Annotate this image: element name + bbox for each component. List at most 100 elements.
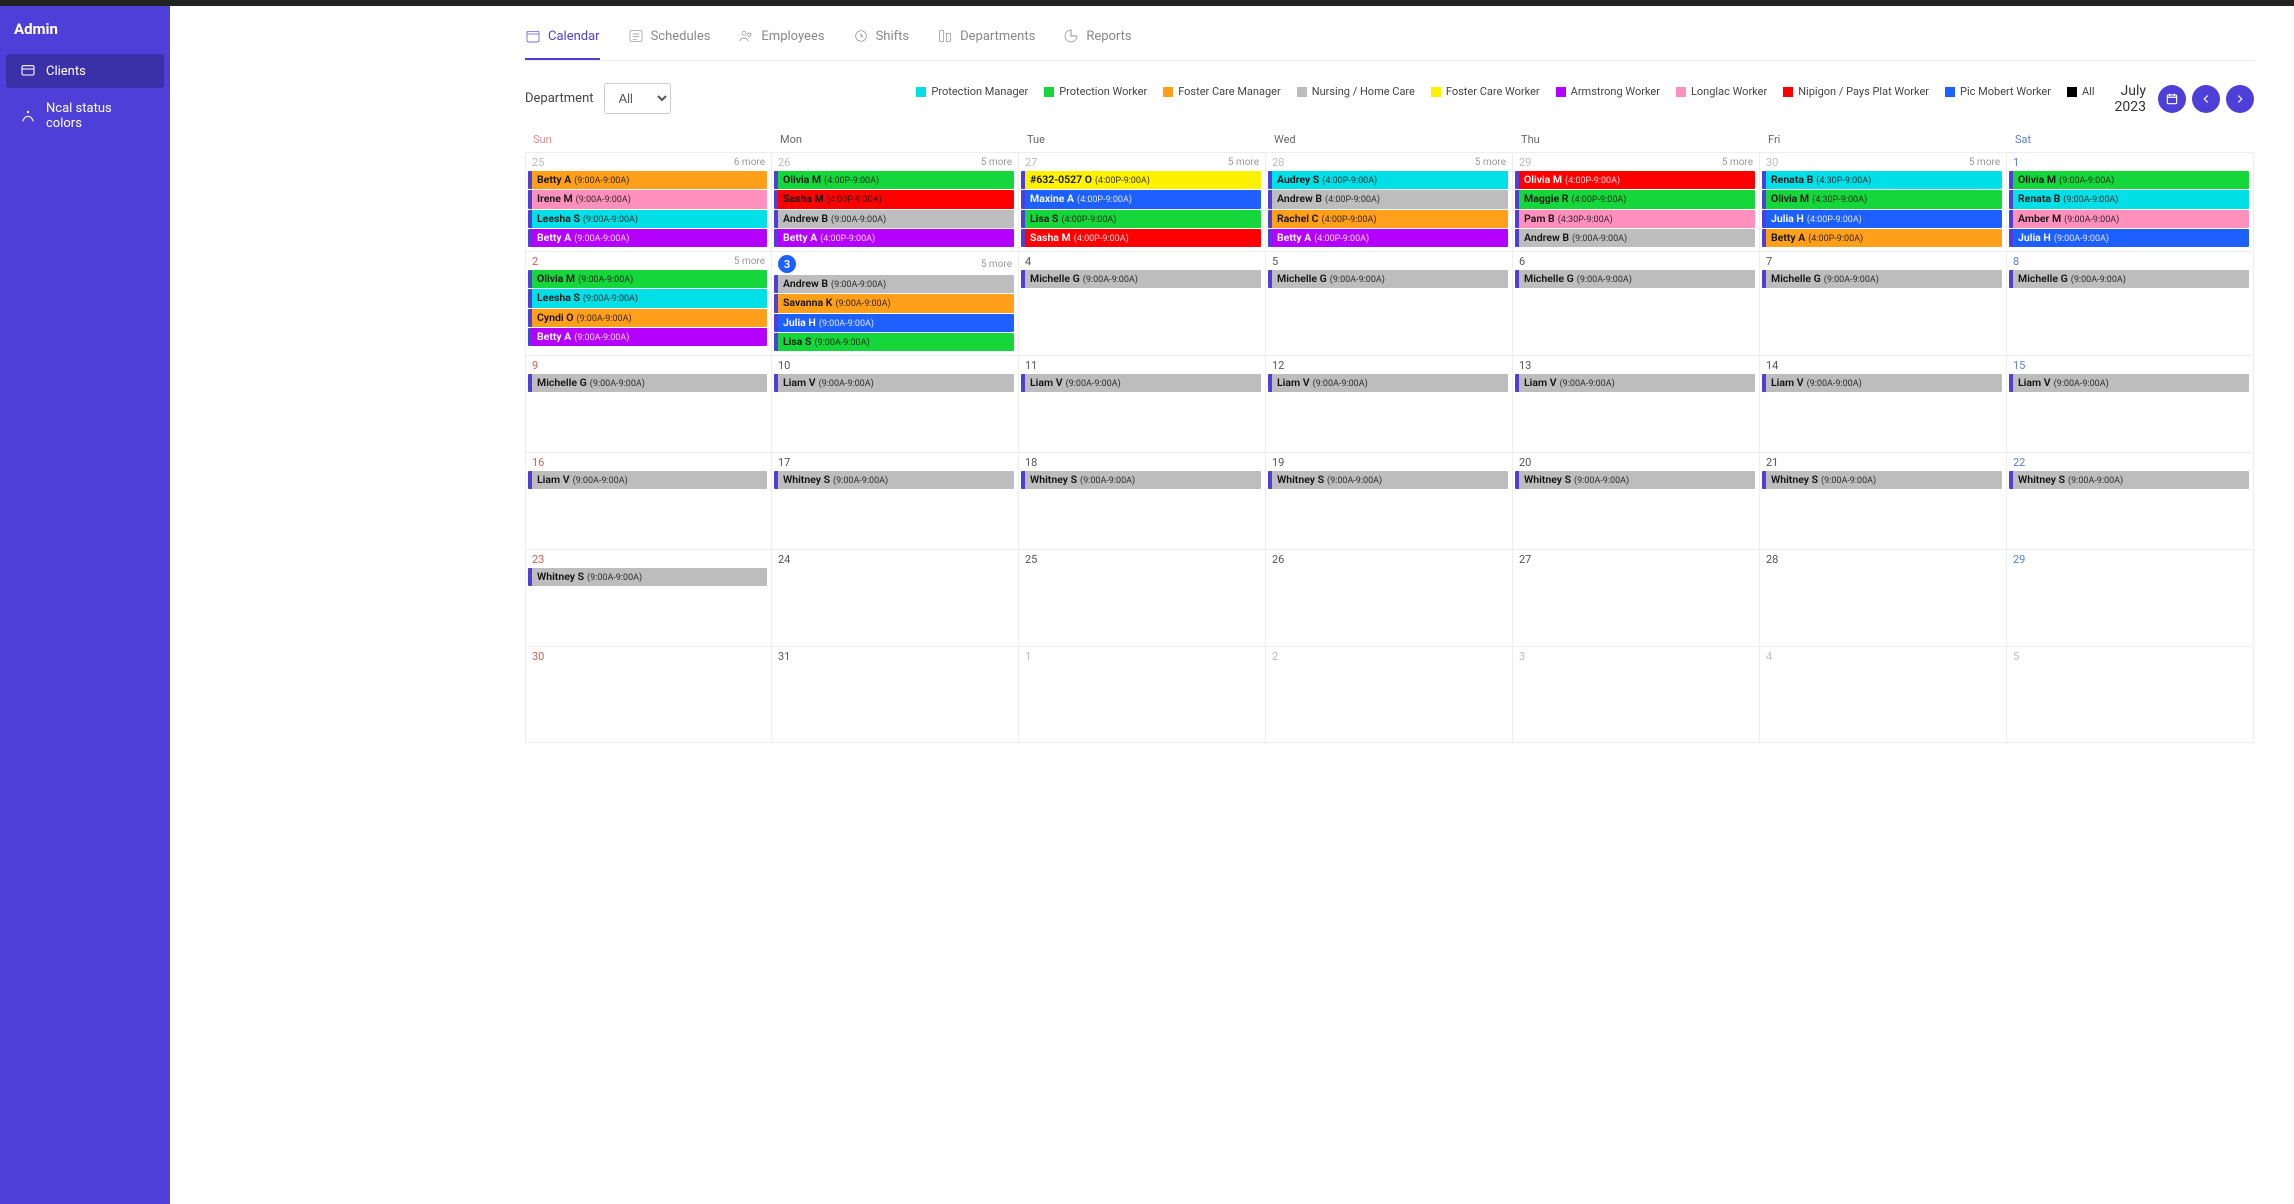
shift-event[interactable]: Michelle G (9:00A-9:00A) [1021,270,1261,288]
shift-event[interactable]: Whitney S (9:00A-9:00A) [1762,471,2002,489]
next-month-button[interactable] [2226,85,2254,113]
shift-event[interactable]: Irene M (9:00A-9:00A) [528,190,767,208]
shift-event[interactable]: Andrew B (4:00P-9:00A) [1268,190,1508,208]
calendar-day[interactable]: 5Michelle G (9:00A-9:00A) [1266,252,1513,355]
calendar-day[interactable]: 16Liam V (9:00A-9:00A) [525,453,772,549]
shift-event[interactable]: Olivia M (4:00P-9:00A) [774,171,1014,189]
shift-event[interactable]: Whitney S (9:00A-9:00A) [774,471,1014,489]
shift-event[interactable]: Olivia M (4:00P-9:00A) [1515,171,1755,189]
shift-event[interactable]: Liam V (9:00A-9:00A) [1762,374,2002,392]
more-link[interactable]: 5 more [734,256,765,267]
shift-event[interactable]: Michelle G (9:00A-9:00A) [528,374,767,392]
calendar-day[interactable]: 24 [772,550,1019,646]
calendar-day[interactable]: 7Michelle G (9:00A-9:00A) [1760,252,2007,355]
calendar-day[interactable]: 20Whitney S (9:00A-9:00A) [1513,453,1760,549]
sidebar-item-clients[interactable]: Clients [6,54,164,88]
shift-event[interactable]: Savanna K (9:00A-9:00A) [774,294,1014,312]
calendar-day[interactable]: 14Liam V (9:00A-9:00A) [1760,356,2007,452]
shift-event[interactable]: Andrew B (9:00A-9:00A) [1515,229,1755,247]
shift-event[interactable]: Leesha S (9:00A-9:00A) [528,210,767,228]
calendar-day[interactable]: 35 moreAndrew B (9:00A-9:00A)Savanna K (… [772,252,1019,355]
calendar-day[interactable]: 6Michelle G (9:00A-9:00A) [1513,252,1760,355]
calendar-day[interactable]: 265 moreOlivia M (4:00P-9:00A)Sasha M (4… [772,153,1019,251]
shift-event[interactable]: Lisa S (4:00P-9:00A) [1021,210,1261,228]
more-link[interactable]: 5 more [1228,157,1259,168]
calendar-day[interactable]: 1Olivia M (9:00A-9:00A)Renata B (9:00A-9… [2007,153,2254,251]
calendar-day[interactable]: 4Michelle G (9:00A-9:00A) [1019,252,1266,355]
shift-event[interactable]: Liam V (9:00A-9:00A) [2009,374,2249,392]
shift-event[interactable]: Audrey S (4:00P-9:00A) [1268,171,1508,189]
calendar-day[interactable]: 26 [1266,550,1513,646]
shift-event[interactable]: Leesha S (9:00A-9:00A) [528,289,767,307]
shift-event[interactable]: Cyndi O (9:00A-9:00A) [528,309,767,327]
calendar-day[interactable]: 305 moreRenata B (4:30P-9:00A)Olivia M (… [1760,153,2007,251]
shift-event[interactable]: Rachel C (4:00P-9:00A) [1268,210,1508,228]
calendar-day[interactable]: 9Michelle G (9:00A-9:00A) [525,356,772,452]
shift-event[interactable]: Whitney S (9:00A-9:00A) [1268,471,1508,489]
more-link[interactable]: 5 more [981,157,1012,168]
shift-event[interactable]: Maxine A (4:00P-9:00A) [1021,190,1261,208]
shift-event[interactable]: Sasha M (4:00P-9:00A) [774,190,1014,208]
shift-event[interactable]: Betty A (9:00A-9:00A) [528,328,767,346]
shift-event[interactable]: Betty A (9:00A-9:00A) [528,171,767,189]
shift-event[interactable]: Liam V (9:00A-9:00A) [1515,374,1755,392]
more-link[interactable]: 6 more [734,157,765,168]
shift-event[interactable]: Pam B (4:30P-9:00A) [1515,210,1755,228]
calendar-day[interactable]: 30 [525,647,772,743]
calendar-day[interactable]: 1 [1019,647,1266,743]
calendar-day[interactable]: 11Liam V (9:00A-9:00A) [1019,356,1266,452]
calendar-day[interactable]: 18Whitney S (9:00A-9:00A) [1019,453,1266,549]
more-link[interactable]: 5 more [1722,157,1753,168]
calendar-day[interactable]: 285 moreAudrey S (4:00P-9:00A)Andrew B (… [1266,153,1513,251]
calendar-day[interactable]: 5 [2007,647,2254,743]
shift-event[interactable]: Renata B (9:00A-9:00A) [2009,190,2249,208]
shift-event[interactable]: Olivia M (9:00A-9:00A) [528,270,767,288]
calendar-day[interactable]: 23Whitney S (9:00A-9:00A) [525,550,772,646]
more-link[interactable]: 5 more [1969,157,2000,168]
shift-event[interactable]: Whitney S (9:00A-9:00A) [1515,471,1755,489]
shift-event[interactable]: Sasha M (4:00P-9:00A) [1021,229,1261,247]
calendar-day[interactable]: 21Whitney S (9:00A-9:00A) [1760,453,2007,549]
shift-event[interactable]: Betty A (4:00P-9:00A) [1762,229,2002,247]
calendar-day[interactable]: 25 moreOlivia M (9:00A-9:00A)Leesha S (9… [525,252,772,355]
calendar-day[interactable]: 10Liam V (9:00A-9:00A) [772,356,1019,452]
calendar-day[interactable]: 2 [1266,647,1513,743]
shift-event[interactable]: Whitney S (9:00A-9:00A) [528,568,767,586]
shift-event[interactable]: Michelle G (9:00A-9:00A) [2009,270,2249,288]
prev-month-button[interactable] [2192,85,2220,113]
calendar-day[interactable]: 12Liam V (9:00A-9:00A) [1266,356,1513,452]
shift-event[interactable]: Betty A (4:00P-9:00A) [1268,229,1508,247]
calendar-day[interactable]: 8Michelle G (9:00A-9:00A) [2007,252,2254,355]
shift-event[interactable]: Julia H (4:00P-9:00A) [1762,210,2002,228]
shift-event[interactable]: Betty A (4:00P-9:00A) [774,229,1014,247]
tab-employees[interactable]: Employees [738,18,824,60]
calendar-day[interactable]: 275 more#632-0527 O (4:00P-9:00A)Maxine … [1019,153,1266,251]
sidebar-item-ncal-status-colors[interactable]: Ncal status colors [6,92,164,140]
calendar-day[interactable]: 4 [1760,647,2007,743]
shift-event[interactable]: Julia H (9:00A-9:00A) [2009,229,2249,247]
shift-event[interactable]: Michelle G (9:00A-9:00A) [1515,270,1755,288]
more-link[interactable]: 5 more [1475,157,1506,168]
shift-event[interactable]: Whitney S (9:00A-9:00A) [1021,471,1261,489]
calendar-day[interactable]: 13Liam V (9:00A-9:00A) [1513,356,1760,452]
calendar-day[interactable]: 27 [1513,550,1760,646]
shift-event[interactable]: Liam V (9:00A-9:00A) [1268,374,1508,392]
calendar-day[interactable]: 25 [1019,550,1266,646]
calendar-day[interactable]: 295 moreOlivia M (4:00P-9:00A)Maggie R (… [1513,153,1760,251]
calendar-day[interactable]: 19Whitney S (9:00A-9:00A) [1266,453,1513,549]
tab-reports[interactable]: Reports [1063,18,1131,60]
shift-event[interactable]: Renata B (4:30P-9:00A) [1762,171,2002,189]
today-button[interactable] [2158,85,2186,113]
shift-event[interactable]: Whitney S (9:00A-9:00A) [2009,471,2249,489]
tab-calendar[interactable]: Calendar [525,18,600,60]
calendar-day[interactable]: 28 [1760,550,2007,646]
calendar-day[interactable]: 15Liam V (9:00A-9:00A) [2007,356,2254,452]
tab-departments[interactable]: Departments [937,18,1035,60]
calendar-day[interactable]: 17Whitney S (9:00A-9:00A) [772,453,1019,549]
calendar-day[interactable]: 31 [772,647,1019,743]
department-select[interactable]: All [604,83,671,114]
shift-event[interactable]: Liam V (9:00A-9:00A) [528,471,767,489]
calendar-day[interactable]: 3 [1513,647,1760,743]
shift-event[interactable]: Olivia M (4:30P-9:00A) [1762,190,2002,208]
shift-event[interactable]: #632-0527 O (4:00P-9:00A) [1021,171,1261,189]
